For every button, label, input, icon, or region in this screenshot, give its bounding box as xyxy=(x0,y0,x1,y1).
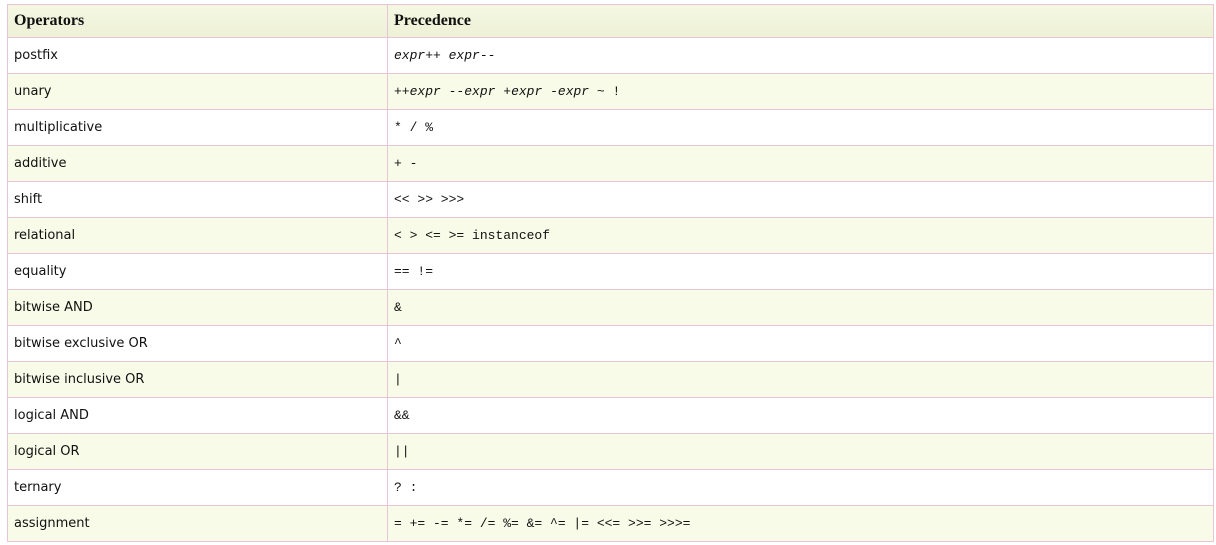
operator-precedence-cell: < > <= >= instanceof xyxy=(387,217,1214,254)
operator-name-cell: logical OR xyxy=(7,433,388,470)
table-row: logical AND && xyxy=(7,397,1214,434)
operator-name-cell: relational xyxy=(7,217,388,254)
operator-precedence-cell: << >> >>> xyxy=(387,181,1214,218)
table-row: bitwise exclusive OR ^ xyxy=(7,325,1214,362)
operator-precedence-cell: + - xyxy=(387,145,1214,182)
operator-precedence-cell: expr++ expr-- xyxy=(387,37,1214,74)
operator-name-cell: bitwise exclusive OR xyxy=(7,325,388,362)
operator-precedence-cell: == != xyxy=(387,253,1214,290)
table-row: additive + - xyxy=(7,145,1214,182)
table-body: postfix expr++ expr-- unary ++expr --expr +… xyxy=(7,37,1214,542)
header-row: Operators Precedence xyxy=(7,4,1214,38)
operator-precedence-cell: & xyxy=(387,289,1214,326)
operator-precedence-cell: = += -= *= /= %= &= ^= |= <<= >>= >>>= xyxy=(387,505,1214,542)
table-row: unary ++expr --expr +expr -expr ~ ! xyxy=(7,73,1214,110)
operator-name-cell: bitwise inclusive OR xyxy=(7,361,388,398)
table-row: postfix expr++ expr-- xyxy=(7,37,1214,74)
operator-precedence-table: Operators Precedence postfix expr++ expr-… xyxy=(7,4,1214,542)
operator-name-cell: multiplicative xyxy=(7,109,388,146)
operator-precedence-cell: || xyxy=(387,433,1214,470)
table-row: bitwise inclusive OR | xyxy=(7,361,1214,398)
table-row: ternary? : xyxy=(7,469,1214,506)
operator-name-cell: postfix xyxy=(7,37,388,74)
header-operators: Operators xyxy=(7,4,388,38)
operator-precedence-cell: ? : xyxy=(387,469,1214,506)
table-row: assignment = += -= *= /= %= &= ^= |= <<= … xyxy=(7,505,1214,542)
operator-name-cell: bitwise AND xyxy=(7,289,388,326)
table-row: relational < > <= >= instanceof xyxy=(7,217,1214,254)
header-precedence: Precedence xyxy=(387,4,1214,38)
table-header: Operators Precedence xyxy=(7,4,1214,38)
table-row: logical OR || xyxy=(7,433,1214,470)
table-row: bitwise AND & xyxy=(7,289,1214,326)
operator-precedence-cell: && xyxy=(387,397,1214,434)
operator-name-cell: unary xyxy=(7,73,388,110)
operator-name-cell: assignment xyxy=(7,505,388,542)
operator-name-cell: additive xyxy=(7,145,388,182)
table-row: multiplicative * / % xyxy=(7,109,1214,146)
operator-precedence-cell: ++expr --expr +expr -expr ~ ! xyxy=(387,73,1214,110)
operator-precedence-cell: * / % xyxy=(387,109,1214,146)
operator-precedence-table-wrapper: Operators Precedence postfix expr++ expr-… xyxy=(7,4,1214,542)
operator-name-cell: logical AND xyxy=(7,397,388,434)
table-row: equality == != xyxy=(7,253,1214,290)
operator-name-cell: shift xyxy=(7,181,388,218)
operator-name-cell: equality xyxy=(7,253,388,290)
operator-precedence-cell: | xyxy=(387,361,1214,398)
table-row: shift << >> >>> xyxy=(7,181,1214,218)
operator-name-cell: ternary xyxy=(7,469,388,506)
operator-precedence-cell: ^ xyxy=(387,325,1214,362)
